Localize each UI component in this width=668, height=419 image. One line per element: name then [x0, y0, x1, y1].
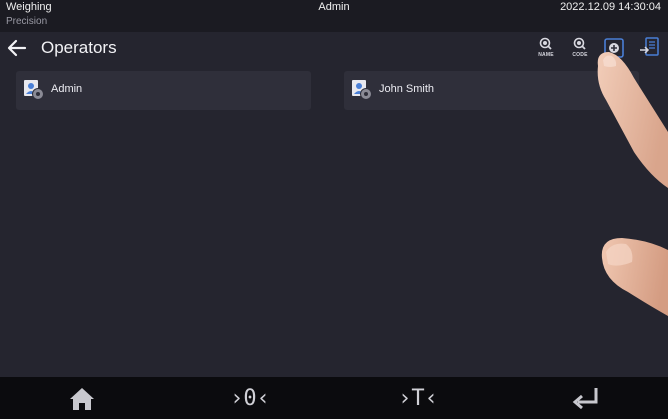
status-bar: Weighing Precision Admin 2022.12.09 14:3…: [0, 0, 668, 32]
operator-name: John Smith: [379, 83, 435, 95]
search-by-code-button[interactable]: CODE: [567, 36, 593, 60]
page-title: Operators: [41, 38, 117, 57]
export-icon: [640, 37, 659, 56]
bottom-nav: ›0‹ ›T‹: [0, 377, 668, 419]
tare-button[interactable]: ›T‹: [398, 383, 438, 413]
arrow-left-icon: [7, 39, 27, 57]
export-button[interactable]: [637, 36, 663, 60]
page-header: Operators NAME CODE: [0, 32, 668, 66]
zero-icon: ›0‹: [230, 386, 270, 411]
operator-icon: [24, 80, 44, 100]
add-icon: [604, 38, 624, 58]
zero-button[interactable]: ›0‹: [230, 383, 270, 413]
home-button[interactable]: [62, 383, 102, 413]
tare-icon: ›T‹: [398, 386, 438, 411]
add-operator-button[interactable]: [601, 36, 627, 60]
code-label: CODE: [572, 52, 588, 58]
operator-tile[interactable]: Admin: [16, 71, 311, 110]
date-time: 2022.12.09 14:30:04: [560, 1, 661, 13]
enter-button[interactable]: [566, 383, 606, 413]
enter-icon: [572, 388, 598, 410]
operator-tile[interactable]: John Smith: [344, 71, 639, 110]
name-label: NAME: [538, 52, 554, 58]
operator-name: Admin: [51, 83, 83, 95]
back-button[interactable]: [6, 38, 28, 58]
search-by-name-button[interactable]: NAME: [533, 36, 559, 60]
weighing-mode: Precision: [6, 16, 48, 27]
home-icon: [70, 388, 94, 410]
operator-icon: [352, 80, 372, 100]
